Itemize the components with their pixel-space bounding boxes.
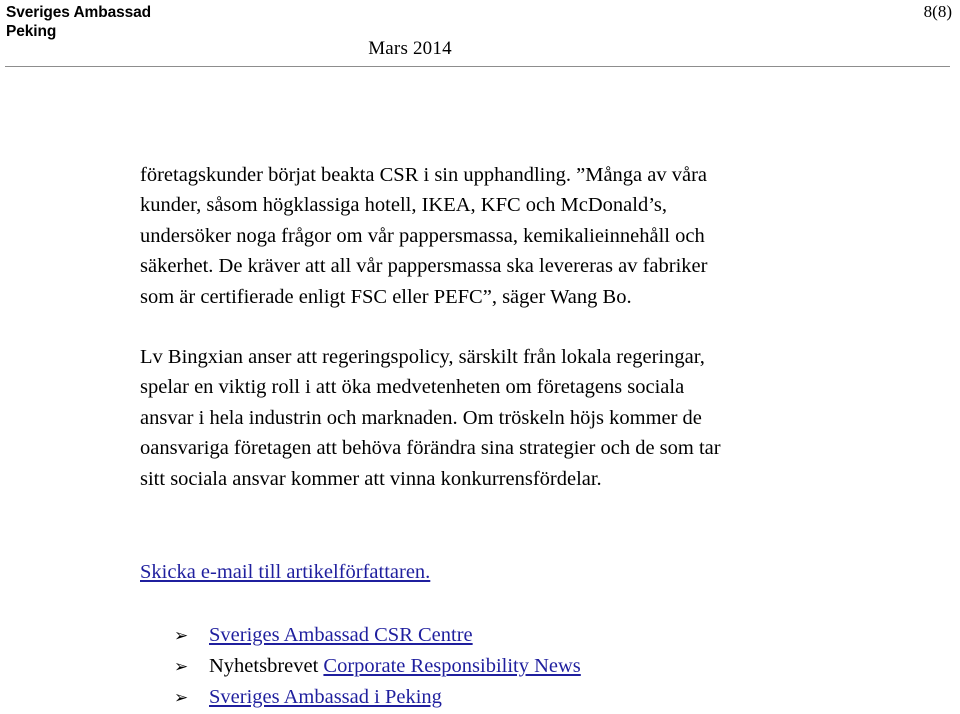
- link-sveriges-ambassad-csr-centre[interactable]: Sveriges Ambassad CSR Centre: [209, 624, 473, 646]
- email-author-link[interactable]: Skicka e-mail till artikelförfattaren.: [140, 561, 430, 583]
- paragraph-1-line-1: företagskunder börjat beakta CSR i sin u…: [140, 164, 708, 186]
- list-item[interactable]: ➢ Nyhetsbrevet Corporate Responsibility …: [174, 651, 934, 682]
- related-links-list: ➢ Sveriges Ambassad CSR Centre ➢ Nyhetsb…: [174, 620, 934, 713]
- header-organization: Sveriges Ambassad Peking: [6, 3, 151, 41]
- paragraph-2: Lv Bingxian anser att regeringspolicy, s…: [140, 342, 900, 494]
- list-item[interactable]: ➢ Sveriges Ambassad i Peking: [174, 682, 934, 713]
- header-org-line-1: Sveriges Ambassad: [6, 4, 152, 21]
- list-item-prefix: Nyhetsbrevet: [209, 655, 324, 677]
- paragraph-1-line-2: kunder, såsom högklassiga hotell, IKEA, …: [140, 194, 667, 217]
- list-item-content: Nyhetsbrevet Corporate Responsibility Ne…: [209, 651, 581, 682]
- paragraph-2-line-2: spelar en viktig roll i att öka medveten…: [140, 376, 685, 399]
- arrow-bullet-icon: ➢: [174, 688, 189, 708]
- paragraph-2-line-1: Lv Bingxian anser att regeringspolicy, s…: [140, 346, 705, 369]
- list-item-content: Sveriges Ambassad CSR Centre: [209, 620, 473, 651]
- paragraph-1: företagskunder börjat beakta CSR i sin u…: [140, 160, 900, 312]
- paragraph-2-line-4: oansvariga företagen att behöva förändra…: [140, 437, 721, 460]
- list-item-content: Sveriges Ambassad i Peking: [209, 682, 442, 713]
- paragraph-2-line-3: ansvar i hela industrin och marknaden. O…: [140, 406, 702, 429]
- link-corporate-responsibility-news[interactable]: Corporate Responsibility News: [323, 655, 580, 677]
- arrow-bullet-icon: ➢: [174, 626, 189, 646]
- paragraph-2-line-5: sitt sociala ansvar kommer att vinna kon…: [140, 467, 602, 490]
- header-date: Mars 2014: [368, 38, 452, 59]
- list-item[interactable]: ➢ Sveriges Ambassad CSR Centre: [174, 620, 934, 651]
- document-body: företagskunder börjat beakta CSR i sin u…: [140, 160, 900, 494]
- page-header: Sveriges Ambassad Peking 8(8) Mars 2014: [0, 0, 960, 70]
- paragraph-1-line-3: undersöker noga frågor om vår pappersmas…: [140, 224, 705, 247]
- link-sveriges-ambassad-i-peking[interactable]: Sveriges Ambassad i Peking: [209, 686, 442, 708]
- page-number: 8(8): [923, 2, 952, 21]
- header-divider: [5, 66, 950, 67]
- email-author-link-block: Skicka e-mail till artikelförfattaren.: [140, 557, 430, 587]
- paragraph-1-line-4: säkerhet. De kräver att all vår pappersm…: [140, 255, 708, 278]
- arrow-bullet-icon: ➢: [174, 657, 189, 677]
- paragraph-1-line-5: som är certifierade enligt FSC eller PEF…: [140, 285, 632, 308]
